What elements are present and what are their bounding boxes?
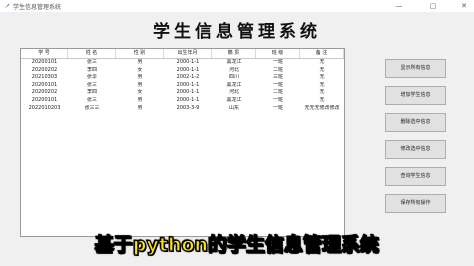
cell-gender: 男 [137,96,143,103]
cell-class: 二班 [272,66,283,73]
page-title: 学生信息管理系统 [153,22,321,42]
cell-class: 一班 [272,59,283,65]
close-button[interactable]: ✕ [459,2,469,10]
window-title: 学生信息管理系统 [13,3,62,11]
search-student-button[interactable]: 查询学生信息 [385,167,446,186]
table-row[interactable]: 20200101 张三 男 2000-1-1 黑龙江 一班 无 [21,59,344,67]
cell-birth: 2000-1-1 [176,96,200,103]
feather-icon [4,3,10,9]
cell-gender: 男 [137,74,143,81]
cell-birth: 2000-1-1 [176,59,200,65]
cell-remark: 无 [319,74,325,81]
cell-gender: 女 [137,66,143,73]
cell-name: 张伞 [86,74,97,81]
cell-hometown: 黑龙江 [226,81,242,88]
cell-name: 张三 [86,96,97,103]
cell-id: 20200202 [31,89,58,96]
cell-name: 张三 [86,59,97,65]
cell-hometown: 河北 [228,66,239,73]
cell-remark: 无无无修改修改 [304,104,340,111]
cell-remark: 无 [319,96,325,103]
cell-name: 李四 [86,66,97,73]
cell-class: 二班 [272,89,283,96]
cell-id: 20200101 [31,96,58,103]
cell-id: 20200101 [31,59,58,65]
cell-gender: 男 [137,81,143,88]
cell-hometown: 四川 [228,74,239,81]
cell-remark: 无 [319,81,325,88]
column-header-gender[interactable]: 性 别 [116,49,164,58]
cell-hometown: 黑龙江 [226,59,242,65]
delete-selected-button[interactable]: 删除选中信息 [385,113,446,132]
column-header-class[interactable]: 班 级 [256,49,300,58]
table-row[interactable]: 20200101 张三 男 2000-1-1 黑龙江 一班 无 [21,82,344,90]
cell-id: 20200202 [31,66,58,73]
table-row[interactable]: 20200101 张三 男 2000-1-1 黑龙江 一班 无 [21,97,344,105]
table-body: 20200101 张三男 2000-1-1 黑龙江 一班无 20200202 李四女 2000… [21,59,344,112]
student-table[interactable]: 学 号 姓 名 性 别 出生年月 籍 贯 班 级 备 注 20200101 张三男… [20,48,345,237]
minimize-button[interactable]: — [394,2,404,10]
cell-gender: 男 [137,59,143,65]
cell-class: 三班 [272,74,283,81]
cell-hometown: 山东 [228,104,239,111]
cell-gender: 女 [137,89,143,96]
maximize-button[interactable]: ▢ [428,2,438,10]
cell-id: 2022010203 [28,104,61,111]
cell-id: 20200101 [31,81,58,88]
app-window: 学生信息管理系统 — ▢ ✕ 学生信息管理系统 学 号 姓 名 性 别 出生年月… [0,0,474,266]
column-header-remark[interactable]: 备 注 [300,49,344,58]
cell-hometown: 黑龙江 [226,96,242,103]
column-header-hometown[interactable]: 籍 贯 [212,49,256,58]
table-row[interactable]: 20200202 李四 女 2000-1-1 河北 二班 无 [21,89,344,97]
cell-class: 一班 [272,81,283,88]
video-caption: 基于python的学生信息管理系统 [94,233,380,256]
cell-class: 一班 [272,96,283,103]
edit-selected-button[interactable]: 修改选中信息 [385,140,446,159]
cell-class: 一班 [272,104,283,111]
cell-remark: 无 [319,89,325,96]
cell-birth: 2000-1-1 [176,66,200,73]
cell-name: 李四 [86,89,97,96]
column-header-id[interactable]: 学 号 [21,49,68,58]
cell-remark: 无 [319,59,325,65]
cell-birth: 2000-1-1 [176,89,200,96]
cell-hometown: 河北 [228,89,239,96]
cell-birth: 2003-3-9 [176,104,200,111]
cell-remark: 无 [319,66,325,73]
table-row[interactable]: 2022010203 张三三 男 2003-3-9 山东 一班 无无无修改修改 [21,105,344,113]
add-student-button[interactable]: 增加学生信息 [385,86,446,105]
table-row[interactable]: 20200202 李四 女 2000-1-1 河北 二班 无 [21,67,344,75]
column-header-birth[interactable]: 出生年月 [164,49,212,58]
table-row[interactable]: 20210303 张伞 男 2002-1-2 四川 三班 无 [21,74,344,82]
cell-id: 20210303 [31,74,58,81]
cell-name: 张三三 [84,104,100,111]
save-all-button[interactable]: 保存所有操作 [385,194,446,213]
cell-gender: 男 [137,104,143,111]
cell-name: 张三 [86,81,97,88]
cell-birth: 2000-1-1 [176,81,200,88]
show-all-button[interactable]: 显示所有信息 [385,59,446,78]
column-header-name[interactable]: 姓 名 [68,49,116,58]
title-bar: 学生信息管理系统 — ▢ ✕ [0,0,474,12]
table-header: 学 号 姓 名 性 别 出生年月 籍 贯 班 级 备 注 [21,49,344,59]
cell-birth: 2002-1-2 [176,74,200,81]
